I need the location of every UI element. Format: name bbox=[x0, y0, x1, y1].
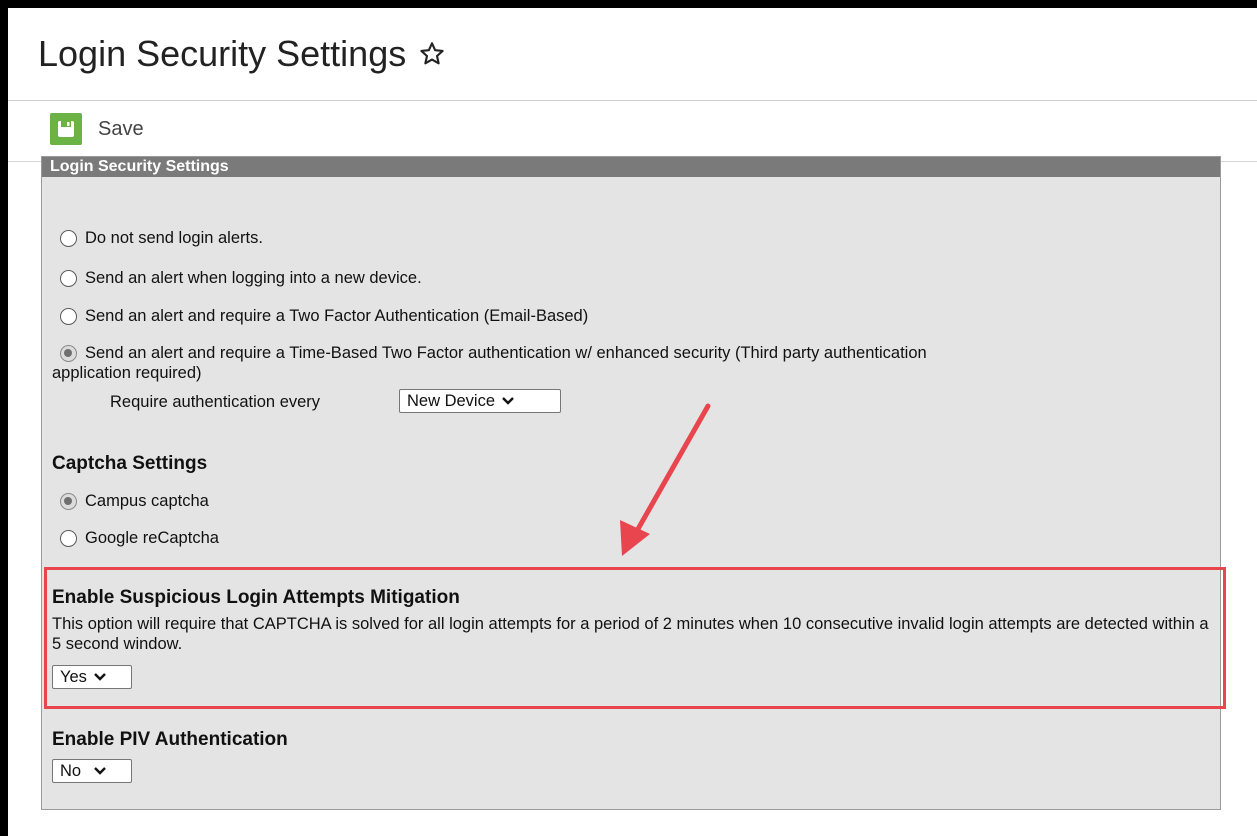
suspicious-login-select[interactable]: Yes bbox=[52, 665, 132, 689]
radio-button[interactable] bbox=[60, 270, 77, 287]
title-bar: Login Security Settings bbox=[8, 8, 1257, 101]
chevron-down-icon bbox=[502, 397, 514, 405]
radio-option-time-based-2fa[interactable]: Send an alert and require a Time-Based T… bbox=[60, 344, 927, 363]
piv-select[interactable]: No bbox=[52, 759, 132, 783]
radio-label: Google reCaptcha bbox=[85, 529, 219, 547]
radio-label: Send an alert and require a Time-Based T… bbox=[85, 344, 927, 362]
radio-label: Send an alert and require a Two Factor A… bbox=[85, 307, 589, 325]
piv-heading: Enable PIV Authentication bbox=[52, 729, 288, 750]
radio-button-checked[interactable] bbox=[60, 493, 77, 510]
chevron-down-icon bbox=[94, 673, 106, 681]
save-button[interactable]: Save bbox=[50, 110, 144, 148]
suspicious-login-description: This option will require that CAPTCHA is… bbox=[52, 615, 1209, 653]
radio-label-continued: application required) bbox=[52, 364, 202, 382]
save-label: Save bbox=[98, 117, 144, 140]
radio-button-checked[interactable] bbox=[60, 345, 77, 362]
radio-button[interactable] bbox=[60, 230, 77, 247]
chevron-down-icon bbox=[94, 767, 106, 775]
radio-label: Send an alert when logging into a new de… bbox=[85, 269, 422, 287]
login-security-panel: Login Security Settings Do not send logi… bbox=[41, 156, 1221, 810]
star-outline-icon[interactable] bbox=[418, 40, 446, 68]
floppy-disk-icon bbox=[50, 113, 82, 145]
select-value: Yes bbox=[60, 667, 87, 686]
require-auth-label: Require authentication every bbox=[110, 393, 321, 411]
select-value: No bbox=[60, 761, 82, 780]
select-value: New Device bbox=[407, 391, 496, 410]
radio-option-campus-captcha[interactable]: Campus captcha bbox=[60, 492, 209, 511]
suspicious-login-heading: Enable Suspicious Login Attempts Mitigat… bbox=[52, 587, 460, 608]
radio-option-email-2fa[interactable]: Send an alert and require a Two Factor A… bbox=[60, 307, 588, 326]
radio-label: Campus captcha bbox=[85, 492, 209, 510]
page-title: Login Security Settings bbox=[38, 33, 407, 74]
toolbar: Save bbox=[8, 101, 1257, 162]
radio-option-no-alerts[interactable]: Do not send login alerts. bbox=[60, 229, 263, 248]
radio-option-new-device-alert[interactable]: Send an alert when logging into a new de… bbox=[60, 269, 422, 288]
radio-button[interactable] bbox=[60, 530, 77, 547]
radio-button[interactable] bbox=[60, 308, 77, 325]
radio-label: Do not send login alerts. bbox=[85, 229, 263, 247]
require-auth-select[interactable]: New Device bbox=[399, 389, 561, 413]
radio-option-google-recaptcha[interactable]: Google reCaptcha bbox=[60, 529, 219, 548]
panel-header: Login Security Settings bbox=[42, 157, 1220, 177]
captcha-heading: Captcha Settings bbox=[52, 453, 208, 474]
